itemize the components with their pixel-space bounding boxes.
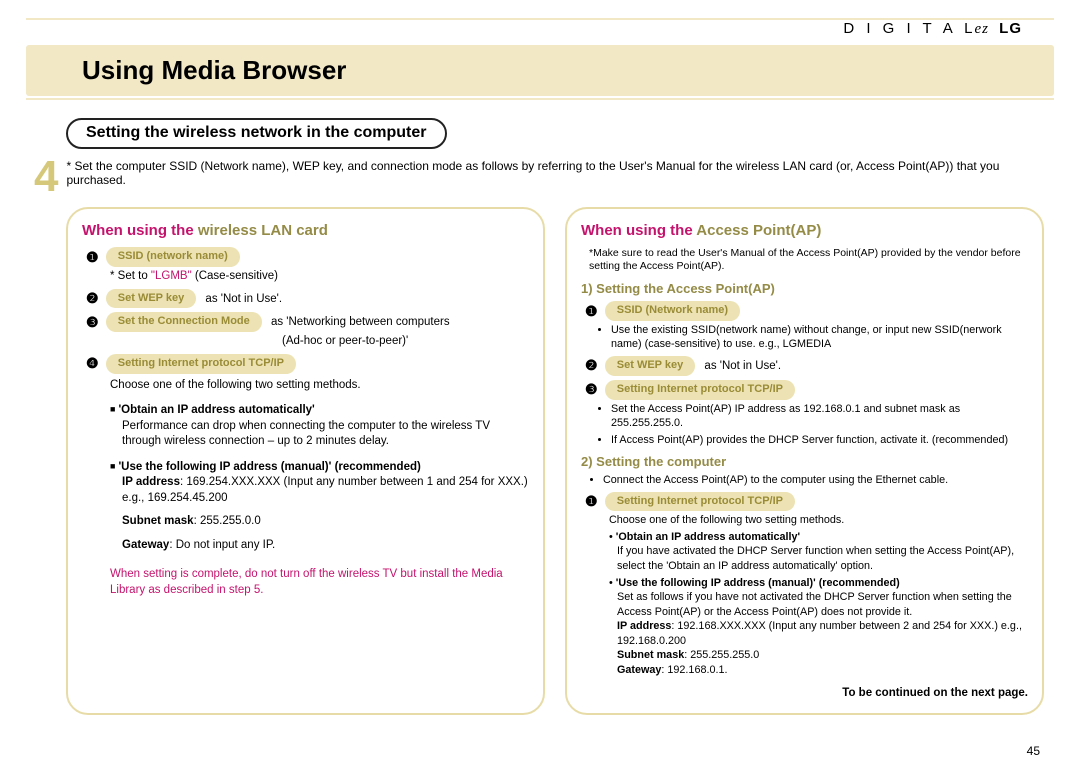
pill-wep: Set WEP key [106,289,196,309]
list-item: Connect the Access Point(AP) to the comp… [603,473,1028,488]
item-4-text: Choose one of the following two setting … [110,378,529,394]
step-text: * Set the computer SSID (Network name), … [66,159,1054,199]
r-item-2: ❷ Set WEP key as 'Not in Use'. [585,356,1028,376]
r4-m2-heading: 'Use the following IP address (manual)' … [616,577,900,589]
brand-digital: D I G I T A L [843,20,976,37]
item-3-after-a: as 'Networking between computers [271,316,450,328]
r2-after: as 'Not in Use'. [704,360,781,372]
brand-logo: D I G I T A Lez LG [843,20,1022,38]
continued-note: To be continued on the next page. [581,686,1028,702]
r3-list: Set the Access Point(AP) IP address as 1… [601,402,1028,448]
bullet-icon: ❷ [86,290,99,306]
item-3-after-b: (Ad-hoc or peer-to-peer)' [282,334,529,350]
warning-note: When setting is complete, do not turn of… [110,567,529,598]
item-1-text: * Set to "LGMB" (Case-sensitive) [110,269,529,285]
method-2-heading: 'Use the following IP address (manual)' … [118,461,420,473]
rule [26,98,1054,100]
pill-ssid: SSID (network name) [106,247,240,267]
r4-method-1: • 'Obtain an IP address automatically' I… [609,530,1028,574]
subheading-2: 2) Setting the computer [581,453,1028,471]
pill-conn-mode: Set the Connection Mode [106,312,262,332]
bullet-icon: ❹ [86,355,99,371]
list-item: Use the existing SSID(network name) with… [611,323,1028,352]
bullet-icon: ❶ [585,303,598,319]
method-2-gateway: Gateway: Do not input any IP. [122,538,529,554]
bullet-icon: ❸ [86,314,99,330]
pill-tcpip: Setting Internet protocol TCP/IP [605,380,795,400]
pill-wep: Set WEP key [605,356,695,376]
subsection-heading: Setting the wireless network in the comp… [66,118,447,149]
r4-subnet: Subnet mask: 255.255.255.0 [617,648,1028,663]
method-2-ip: IP address: 169.254.XXX.XXX (Input any n… [122,475,529,506]
r4-m1-heading: 'Obtain an IP address automatically' [616,531,800,543]
r1-list: Use the existing SSID(network name) with… [601,323,1028,352]
ap-note: *Make sure to read the User's Manual of … [589,247,1028,273]
r-item-1: ❶ SSID (Network name) [585,301,1028,321]
pill-tcpip: Setting Internet protocol TCP/IP [106,354,296,374]
brand-ez: ez [974,21,989,37]
bullet-icon: ❷ [585,357,598,373]
method-1-text: Performance can drop when connecting the… [122,419,529,450]
r-item-3: ❸ Setting Internet protocol TCP/IP [585,380,1028,400]
columns: When using the wireless LAN card ❶ SSID … [66,207,1044,715]
bullet-icon: ❶ [585,493,598,509]
r-item-4: ❶ Setting Internet protocol TCP/IP [585,492,1028,512]
title-part-a: When using the [581,222,696,239]
item-2-after: as 'Not in Use'. [205,293,282,305]
brand-lg: LG [999,20,1022,37]
method-2: ■'Use the following IP address (manual)'… [110,460,529,554]
bullet-icon: ❸ [585,381,598,397]
item-3: ❸ Set the Connection Mode as 'Networking… [86,312,529,332]
item-4: ❹ Setting Internet protocol TCP/IP [86,354,529,374]
method-2-subnet: Subnet mask: 255.255.0.0 [122,514,529,530]
step-number: 4 [34,155,58,199]
page-title: Using Media Browser [26,45,1054,96]
r4-text: Choose one of the following two setting … [609,513,1028,528]
square-icon: ■ [110,461,115,471]
r4-m2-text: Set as follows if you have not activated… [617,590,1028,619]
r4-gateway: Gateway: 192.168.0.1. [617,663,1028,678]
step-row: 4 * Set the computer SSID (Network name)… [34,155,1054,199]
page-number: 45 [1027,744,1040,758]
manual-page: D I G I T A Lez LG Using Media Browser S… [0,0,1080,764]
panel-access-point: When using the Access Point(AP) *Make su… [565,207,1044,715]
method-1-heading: 'Obtain an IP address automatically' [118,404,314,416]
list-item: If Access Point(AP) provides the DHCP Se… [611,433,1028,448]
subheading-1: 1) Setting the Access Point(AP) [581,280,1028,298]
title-part-a: When using the [82,222,198,239]
title-part-b: Access Point(AP) [696,222,821,239]
panel-title: When using the wireless LAN card [82,221,529,241]
panel-title: When using the Access Point(AP) [581,221,1028,241]
r4-method-2: • 'Use the following IP address (manual)… [609,576,1028,678]
pill-ssid: SSID (Network name) [605,301,740,321]
square-icon: ■ [110,404,115,414]
item-2: ❷ Set WEP key as 'Not in Use'. [86,289,529,309]
subsection: Setting the wireless network in the comp… [66,118,1054,153]
r4-m1-text: If you have activated the DHCP Server fu… [617,544,1028,573]
r4-ip: IP address: 192.168.XXX.XXX (Input any n… [617,619,1028,648]
s2-list: Connect the Access Point(AP) to the comp… [593,473,1028,488]
title-part-b: wireless LAN card [198,222,328,239]
item-1: ❶ SSID (network name) [86,247,529,267]
bullet-icon: ❶ [86,249,99,265]
method-1: ■'Obtain an IP address automatically' Pe… [110,403,529,450]
list-item: Set the Access Point(AP) IP address as 1… [611,402,1028,431]
pill-tcpip: Setting Internet protocol TCP/IP [605,492,795,512]
panel-wireless-lan: When using the wireless LAN card ❶ SSID … [66,207,545,715]
